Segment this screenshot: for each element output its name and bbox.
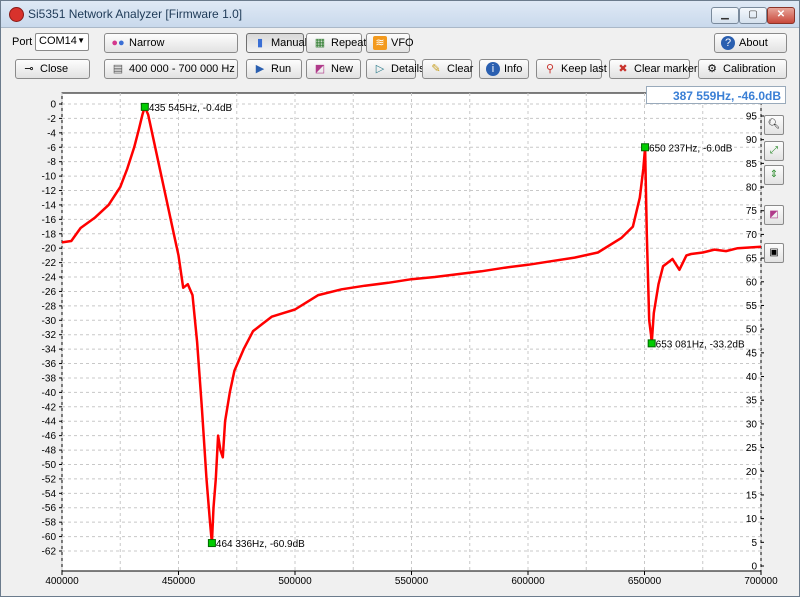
right-tick-label: 50 — [746, 325, 758, 336]
left-tick-label: -38 — [42, 373, 57, 384]
right-tick-label: 0 — [751, 562, 757, 573]
left-tick-label: -56 — [42, 503, 57, 514]
marker-label: 464 336Hz, -60.9dB — [216, 539, 305, 550]
left-tick-label: -8 — [47, 157, 56, 168]
left-tick-label: -52 — [42, 474, 57, 485]
left-tick-label: -32 — [42, 330, 57, 341]
x-tick-label: 550000 — [395, 576, 429, 587]
right-tick-label: 70 — [746, 230, 758, 241]
cursor-readout: 387 559Hz, -46.0dB — [646, 86, 786, 104]
left-tick-label: -62 — [42, 547, 57, 558]
right-tick-label: 40 — [746, 372, 758, 383]
right-tick-label: 75 — [746, 206, 758, 217]
x-tick-label: 650000 — [628, 576, 662, 587]
plot-area[interactable] — [61, 92, 762, 572]
left-axis: 0 -2 -4 -6 -8 -10 -12 -14 -16 -18 -20 -22 -24 -26 -28 -… — [42, 100, 62, 558]
marker-label: 653 081Hz, -33.2dB — [656, 339, 745, 350]
left-tick-label: -26 — [42, 287, 57, 298]
left-tick-label: -44 — [42, 417, 57, 428]
x-tick-label: 700000 — [744, 576, 778, 587]
left-tick-label: -22 — [42, 258, 57, 269]
left-tick-label: -18 — [42, 229, 57, 240]
zoom-button[interactable]: 🔍︎ — [764, 115, 784, 135]
right-tick-label: 20 — [746, 467, 758, 478]
left-tick-label: -14 — [42, 200, 57, 211]
right-tick-label: 90 — [746, 135, 758, 146]
left-tick-label: -2 — [47, 114, 56, 125]
right-tick-label: 5 — [751, 538, 757, 549]
x-axis: 400000 450000 500000 550000 600000 650000 7000… — [45, 571, 778, 587]
chart-icon: ◩ — [769, 209, 779, 220]
left-tick-label: -10 — [42, 172, 57, 183]
left-tick-label: -34 — [42, 345, 57, 356]
camera-icon: ▣ — [769, 247, 779, 258]
marker-point — [207, 539, 216, 548]
right-tick-label: 80 — [746, 183, 758, 194]
left-tick-label: -60 — [42, 532, 57, 543]
marker-label: 435 545Hz, -0.4dB — [149, 103, 233, 114]
left-tick-label: -36 — [42, 359, 57, 370]
left-tick-label: -42 — [42, 402, 57, 413]
marker-label: 650 237Hz, -6.0dB — [649, 143, 733, 154]
left-tick-label: -50 — [42, 460, 57, 471]
snapshot-button[interactable]: ▣ — [764, 243, 784, 263]
left-tick-label: -24 — [42, 273, 57, 284]
right-tick-label: 55 — [746, 301, 758, 312]
app-window: Si5351 Network Analyzer [Firmware 1.0] ▁… — [0, 0, 800, 597]
vertical-arrows-icon: ⇕ — [769, 169, 779, 180]
chart-view-button[interactable]: ◩ — [764, 205, 784, 225]
zoom-icon: 🔍︎ — [767, 119, 781, 130]
left-tick-label: -20 — [42, 244, 57, 255]
right-tick-label: 35 — [746, 396, 758, 407]
right-tick-label: 25 — [746, 443, 758, 454]
marker-point — [641, 143, 650, 152]
right-tick-label: 30 — [746, 419, 758, 430]
left-tick-label: -54 — [42, 489, 57, 500]
left-tick-label: -12 — [42, 186, 57, 197]
x-tick-label: 500000 — [278, 576, 312, 587]
left-tick-label: -4 — [47, 128, 56, 139]
left-tick-label: -28 — [42, 301, 57, 312]
left-tick-label: 0 — [50, 100, 56, 111]
left-tick-label: -58 — [42, 518, 57, 529]
right-tick-label: 45 — [746, 348, 758, 359]
right-tick-label: 65 — [746, 254, 758, 265]
marker-point — [140, 102, 149, 111]
right-tick-label: 60 — [746, 277, 758, 288]
left-tick-label: -30 — [42, 316, 57, 327]
right-tick-label: 10 — [746, 514, 758, 525]
x-tick-label: 450000 — [162, 576, 196, 587]
left-tick-label: -46 — [42, 431, 57, 442]
x-tick-label: 400000 — [45, 576, 79, 587]
left-tick-label: -48 — [42, 446, 57, 457]
left-tick-label: -40 — [42, 388, 57, 399]
left-tick-label: -6 — [47, 143, 56, 154]
right-tick-label: 85 — [746, 159, 758, 170]
fit-button[interactable]: ⤢ — [764, 141, 784, 161]
left-tick-label: -16 — [42, 215, 57, 226]
right-tick-label: 15 — [746, 490, 758, 501]
marker-point — [647, 339, 656, 348]
x-tick-label: 600000 — [511, 576, 545, 587]
right-tick-label: 95 — [746, 112, 758, 123]
vertical-scale-button[interactable]: ⇕ — [764, 165, 784, 185]
expand-icon: ⤢ — [770, 145, 778, 156]
